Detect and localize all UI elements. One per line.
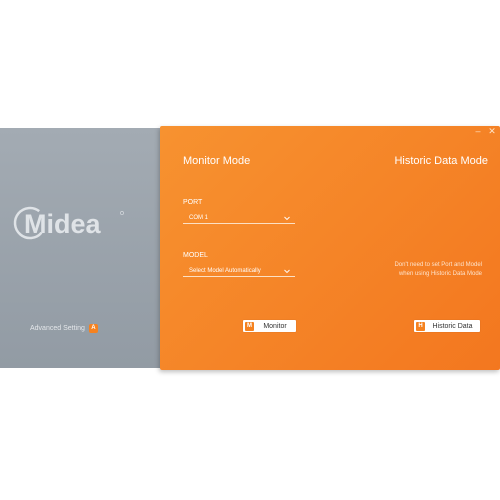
monitor-button[interactable]: M Monitor (243, 320, 296, 332)
chevron-down-icon (284, 216, 290, 221)
model-label: MODEL (183, 252, 208, 259)
close-button[interactable]: ✕ (486, 126, 498, 136)
advanced-setting-icon: A (88, 323, 98, 333)
midea-logo: Midea (13, 206, 124, 240)
historic-note-line-1: Don't need to set Port and Model (394, 262, 482, 268)
monitor-mode-title: Monitor Mode (183, 155, 251, 167)
port-label: PORT (183, 199, 203, 206)
port-select-value: COM 1 (189, 215, 209, 221)
historic-data-icon: H (416, 321, 425, 331)
advanced-setting-link[interactable]: Advanced Setting A (30, 322, 98, 334)
close-icon: ✕ (488, 126, 496, 136)
model-select-value: Select Model Automatically (189, 268, 261, 274)
model-select[interactable]: Select Model Automatically (183, 267, 295, 277)
historic-data-button-label: Historic Data (432, 322, 473, 330)
minimize-icon: – (475, 126, 481, 136)
monitor-icon: M (245, 321, 254, 331)
historic-note-line-2: when using Historic Data Mode (398, 271, 482, 277)
main-panel: – ✕ Monitor Mode Historic Data Mode PORT… (160, 126, 500, 370)
monitor-button-label: Monitor (263, 322, 287, 330)
historic-mode-title: Historic Data Mode (394, 155, 488, 167)
brand-logo-text: Midea (24, 209, 102, 239)
chevron-down-icon (284, 269, 290, 274)
historic-data-button[interactable]: H Historic Data (414, 320, 480, 332)
port-select[interactable]: COM 1 (183, 214, 295, 224)
historic-mode-note: Don't need to set Port and Model when us… (360, 261, 482, 279)
advanced-setting-label: Advanced Setting (30, 324, 85, 332)
minimize-button[interactable]: – (472, 126, 484, 136)
